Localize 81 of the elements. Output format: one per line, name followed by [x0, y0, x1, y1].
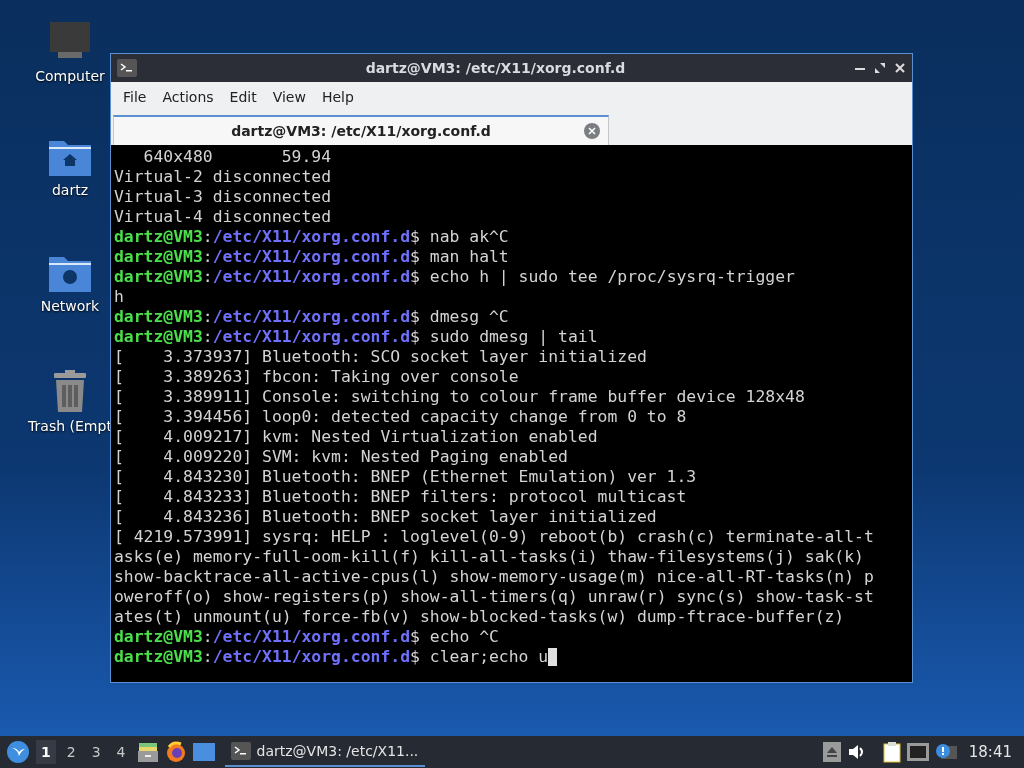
workspace-button[interactable]: 1: [36, 740, 56, 764]
network-port-icon[interactable]: [906, 743, 929, 761]
taskbar-task[interactable]: dartz@VM3: /etc/X11...: [224, 737, 425, 767]
workspace-button[interactable]: 2: [61, 740, 81, 764]
terminal-line: [ 4219.573991] sysrq: HELP : loglevel(0-9) reboot(b) crash(c) terminate-all-t: [114, 527, 875, 547]
file-cabinet-icon[interactable]: [136, 741, 159, 763]
prompt-path: /etc/X11/xorg.conf.d: [212, 627, 411, 647]
terminal-line: [ 3.394456] loop0: detected capacity change from 0 to 8: [114, 407, 688, 427]
command-text: $ nab ak^C: [410, 227, 509, 247]
menu-item[interactable]: Help: [313, 89, 362, 105]
terminal-line: [ 3.373937] Bluetooth: SCO socket layer initialized: [114, 347, 648, 367]
terminal-line: ates(t) unmount(u) force-fb(v) show-blocked-tasks(w) dump-ftrace-buffer(z): [114, 607, 846, 627]
terminal-line: [ 4.009217] kvm: Nested Virtualization enabled: [114, 427, 599, 447]
terminal-line: [ 3.389263] fbcon: Taking over console: [114, 367, 520, 387]
terminal-line: oweroff(o) show-registers(p) show-all-timers(q) unraw(r) sync(s) show-task-st: [114, 587, 875, 607]
prompt-colon: :: [202, 627, 213, 647]
command-text: $ clear;echo u: [410, 647, 549, 667]
eject-icon[interactable]: [822, 742, 841, 762]
task-label: dartz@VM3: /etc/X11...: [256, 743, 419, 759]
prompt-user: dartz@VM3: [114, 627, 203, 647]
menu-item[interactable]: Edit: [221, 89, 265, 105]
command-text: $ man halt: [410, 247, 509, 267]
command-text: $ dmesg ^C: [410, 307, 509, 327]
desktop-icon[interactable]: [192, 743, 215, 761]
terminal-line: [ 3.389911] Console: switching to colour frame buffer device 128x48: [114, 387, 806, 407]
notification-icon[interactable]: [934, 743, 957, 761]
prompt-path: /etc/X11/xorg.conf.d: [212, 247, 411, 267]
terminal-line: Virtual-4 disconnected: [114, 207, 333, 227]
terminal-line: [ 4.009220] SVM: kvm: Nested Paging enabled: [114, 447, 569, 467]
tab-close-icon[interactable]: [584, 123, 600, 139]
browser-icon[interactable]: [164, 741, 187, 763]
terminal-line: h: [114, 287, 125, 307]
trash-icon: [51, 370, 89, 412]
prompt-colon: :: [202, 307, 213, 327]
workspace-button[interactable]: 4: [111, 740, 131, 764]
terminal-line: asks(e) memory-full-oom-kill(f) kill-all-tasks(i) thaw-filesystems(j) sak(k): [114, 547, 865, 567]
desktop-icon-label[interactable]: dartz: [51, 182, 89, 198]
terminal-line: Virtual-2 disconnected: [114, 167, 333, 187]
clock: 18:41: [968, 743, 1012, 761]
home-folder-icon: [49, 138, 91, 176]
prompt-colon: :: [202, 647, 213, 667]
prompt-user: dartz@VM3: [114, 327, 203, 347]
workspace-button[interactable]: 3: [86, 740, 106, 764]
terminal-line: 640x480 59.94: [142, 147, 333, 167]
start-menu-icon[interactable]: [6, 740, 30, 764]
command-text: $ echo h | sudo tee /proc/sysrq-trigger: [410, 267, 795, 287]
terminal-icon: [117, 59, 137, 77]
prompt-user: dartz@VM3: [114, 267, 203, 287]
command-text: $ echo ^C: [410, 627, 499, 647]
prompt-path: /etc/X11/xorg.conf.d: [212, 267, 411, 287]
terminal-line: Virtual-3 disconnected: [114, 187, 333, 207]
clipboard-icon[interactable]: [882, 741, 901, 763]
maximize-icon[interactable]: [874, 62, 886, 74]
prompt-path: /etc/X11/xorg.conf.d: [212, 327, 411, 347]
terminal-line: [ 4.843230] Bluetooth: BNEP (Ethernet Emulation) ver 1.3: [114, 467, 698, 487]
desktop-icon-label[interactable]: Trash (Empt: [28, 418, 112, 434]
window-title: dartz@VM3: /etc/X11/xorg.conf.d: [364, 60, 627, 76]
prompt-user: dartz@VM3: [114, 307, 203, 327]
terminal-line: [ 4.843236] Bluetooth: BNEP socket layer initialized: [114, 507, 658, 527]
network-folder-icon: [49, 254, 91, 292]
terminal-line: [ 4.843233] Bluetooth: BNEP filters: protocol multicast: [114, 487, 688, 507]
desktop-icon-label[interactable]: Network: [40, 298, 100, 314]
close-icon[interactable]: [894, 62, 906, 74]
prompt-colon: :: [202, 327, 213, 347]
terminal-icon: [230, 742, 251, 760]
prompt-colon: :: [202, 267, 213, 287]
prompt-path: /etc/X11/xorg.conf.d: [212, 307, 411, 327]
prompt-user: dartz@VM3: [114, 647, 203, 667]
menu-item[interactable]: File: [115, 89, 155, 105]
prompt-user: dartz@VM3: [114, 247, 203, 267]
menu-item[interactable]: Actions: [154, 89, 222, 105]
prompt-colon: :: [202, 227, 213, 247]
prompt-path: /etc/X11/xorg.conf.d: [212, 647, 411, 667]
prompt-colon: :: [202, 247, 213, 267]
menu-item[interactable]: View: [264, 89, 314, 105]
terminal-tab[interactable]: dartz@VM3: /etc/X11/xorg.conf.d: [113, 115, 609, 145]
prompt-path: /etc/X11/xorg.conf.d: [212, 227, 411, 247]
prompt-user: dartz@VM3: [114, 227, 203, 247]
desktop-icon-label[interactable]: Computer: [35, 68, 105, 84]
terminal-line: show-backtrace-all-active-cpus(l) show-memory-usage(m) nice-all-RT-tasks(n) p: [114, 567, 875, 587]
command-text: $ sudo dmesg | tail: [410, 327, 598, 347]
